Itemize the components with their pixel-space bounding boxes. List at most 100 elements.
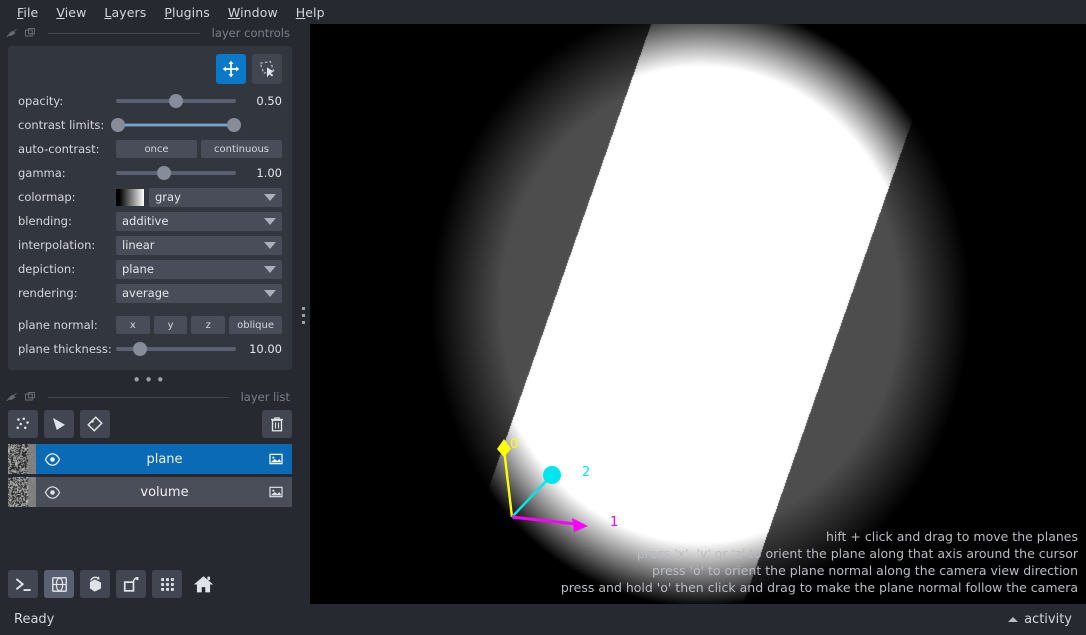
- plane-normal-x-button[interactable]: x: [116, 316, 150, 334]
- console-button[interactable]: [8, 570, 38, 598]
- gamma-slider[interactable]: [116, 164, 236, 182]
- depiction-row: depiction: plane: [18, 258, 282, 280]
- gamma-row: gamma: 1.00: [18, 162, 282, 184]
- interpolation-dropdown[interactable]: linear: [116, 235, 282, 255]
- gamma-handle[interactable]: [157, 166, 171, 180]
- contrast-limits-slider[interactable]: [111, 116, 241, 134]
- pan-zoom-tool-button[interactable]: [216, 54, 246, 84]
- layer-controls-title: layer controls: [211, 26, 290, 40]
- transform-icon: [259, 60, 275, 78]
- blending-dropdown[interactable]: additive: [116, 211, 282, 231]
- float-dock-icon[interactable]: [6, 27, 18, 39]
- image-layer-icon: [269, 453, 283, 465]
- depiction-label: depiction:: [18, 262, 76, 276]
- hint-line-2: press 'x', 'y' or 'z' to orient the plan…: [636, 546, 1078, 561]
- roll-dims-button[interactable]: [80, 570, 110, 598]
- splitter-dot: [301, 306, 305, 310]
- volume-render: [310, 24, 1086, 604]
- canvas-hints: hift + click and drag to move the planes…: [561, 528, 1078, 596]
- plane-thickness-row: plane thickness: 10.00: [18, 338, 282, 360]
- chevron-down-icon: [264, 265, 276, 273]
- roll-dimensions-icon: [89, 575, 101, 592]
- plane-normal-y-button[interactable]: y: [153, 316, 188, 334]
- dock-splitter[interactable]: [298, 295, 308, 335]
- napari-window: File View Layers Plugins Window Help lay…: [0, 0, 1086, 635]
- new-shapes-button[interactable]: [44, 410, 74, 438]
- activity-button[interactable]: activity: [1008, 612, 1072, 627]
- menu-layers-rest: ayers: [111, 4, 147, 20]
- visibility-eye-icon[interactable]: [44, 451, 61, 468]
- layer-row-plane[interactable]: plane: [8, 444, 292, 474]
- menu-plugins-rest: lugins: [172, 4, 210, 20]
- auto-contrast-label: auto-contrast:: [18, 142, 100, 156]
- thickness-handle[interactable]: [133, 342, 147, 356]
- transform-tool-button[interactable]: [252, 54, 282, 84]
- layer-name: volume: [140, 484, 189, 500]
- transpose-dims-button[interactable]: [116, 570, 146, 598]
- console-icon: [15, 577, 31, 591]
- rendering-dropdown[interactable]: average: [116, 283, 282, 303]
- chevron-down-icon: [264, 193, 276, 201]
- menu-help[interactable]: Help: [287, 3, 334, 22]
- points-icon: [16, 417, 29, 430]
- colormap-label: colormap:: [18, 190, 76, 204]
- chevron-down-icon: [264, 241, 276, 249]
- opacity-handle[interactable]: [169, 94, 183, 108]
- new-labels-button[interactable]: [80, 410, 110, 438]
- image-layer-icon: [269, 486, 283, 498]
- layer-thumbnail: [8, 444, 36, 474]
- rendering-row: rendering: average: [18, 282, 282, 304]
- layer-row-body[interactable]: plane: [36, 444, 292, 474]
- menu-window-accel: W: [227, 4, 241, 20]
- new-points-button[interactable]: [8, 410, 38, 438]
- colormap-swatch: [116, 188, 144, 206]
- opacity-row: opacity: 0.50: [18, 90, 282, 112]
- chevron-up-icon: [1008, 617, 1019, 622]
- menu-window[interactable]: Window: [219, 3, 287, 22]
- plane-normal-oblique-button[interactable]: oblique: [229, 316, 282, 334]
- depiction-value: plane: [122, 262, 154, 276]
- menu-bar: File View Layers Plugins Window Help: [0, 0, 1086, 24]
- gamma-label: gamma:: [18, 166, 66, 180]
- layer-row-body[interactable]: volume: [36, 477, 292, 507]
- interpolation-value: linear: [122, 238, 155, 252]
- close-dock-icon[interactable]: [24, 391, 36, 403]
- auto-contrast-row: auto-contrast: once continuous: [18, 138, 282, 160]
- auto-contrast-once-button[interactable]: once: [116, 140, 197, 158]
- pan-zoom-icon: [222, 60, 240, 78]
- chevron-down-icon: [264, 217, 276, 225]
- contrast-limits-row: contrast limits:: [18, 114, 282, 136]
- menu-view[interactable]: View: [47, 3, 95, 22]
- close-dock-icon[interactable]: [24, 27, 36, 39]
- axis-label-0: 0: [510, 437, 519, 452]
- axis-label-2: 2: [582, 465, 591, 480]
- home-button[interactable]: [188, 570, 218, 598]
- viewer-button-bar: [8, 570, 218, 598]
- panel-resize-handle[interactable]: •••: [0, 373, 300, 388]
- grid-icon: [160, 577, 174, 591]
- grid-view-button[interactable]: [152, 570, 182, 598]
- colormap-dropdown[interactable]: gray: [149, 187, 282, 207]
- contrast-low-handle[interactable]: [111, 118, 126, 132]
- viewer-canvas[interactable]: 0 2 1 hift + click and drag to move the …: [310, 24, 1086, 604]
- menu-view-rest: iew: [64, 4, 87, 20]
- visibility-eye-icon[interactable]: [44, 484, 61, 501]
- delete-layer-button[interactable]: [262, 410, 292, 438]
- float-dock-icon[interactable]: [6, 391, 18, 403]
- blending-row: blending: additive: [18, 210, 282, 232]
- contrast-high-handle[interactable]: [226, 118, 241, 132]
- ndisplay-button[interactable]: [44, 570, 74, 598]
- plane-thickness-slider[interactable]: [116, 340, 236, 358]
- colormap-value: gray: [155, 190, 181, 204]
- depiction-dropdown[interactable]: plane: [116, 259, 282, 279]
- opacity-slider[interactable]: [116, 92, 236, 110]
- layer-list: plane volume: [8, 444, 292, 507]
- auto-contrast-continuous-button[interactable]: continuous: [201, 140, 282, 158]
- plane-normal-z-button[interactable]: z: [191, 316, 226, 334]
- menu-layers[interactable]: Layers: [95, 3, 155, 22]
- labels-icon: [87, 416, 103, 432]
- menu-file[interactable]: File: [8, 3, 47, 22]
- layer-row-volume[interactable]: volume: [8, 477, 292, 507]
- menu-plugins[interactable]: Plugins: [155, 3, 218, 22]
- blending-value: additive: [122, 214, 169, 228]
